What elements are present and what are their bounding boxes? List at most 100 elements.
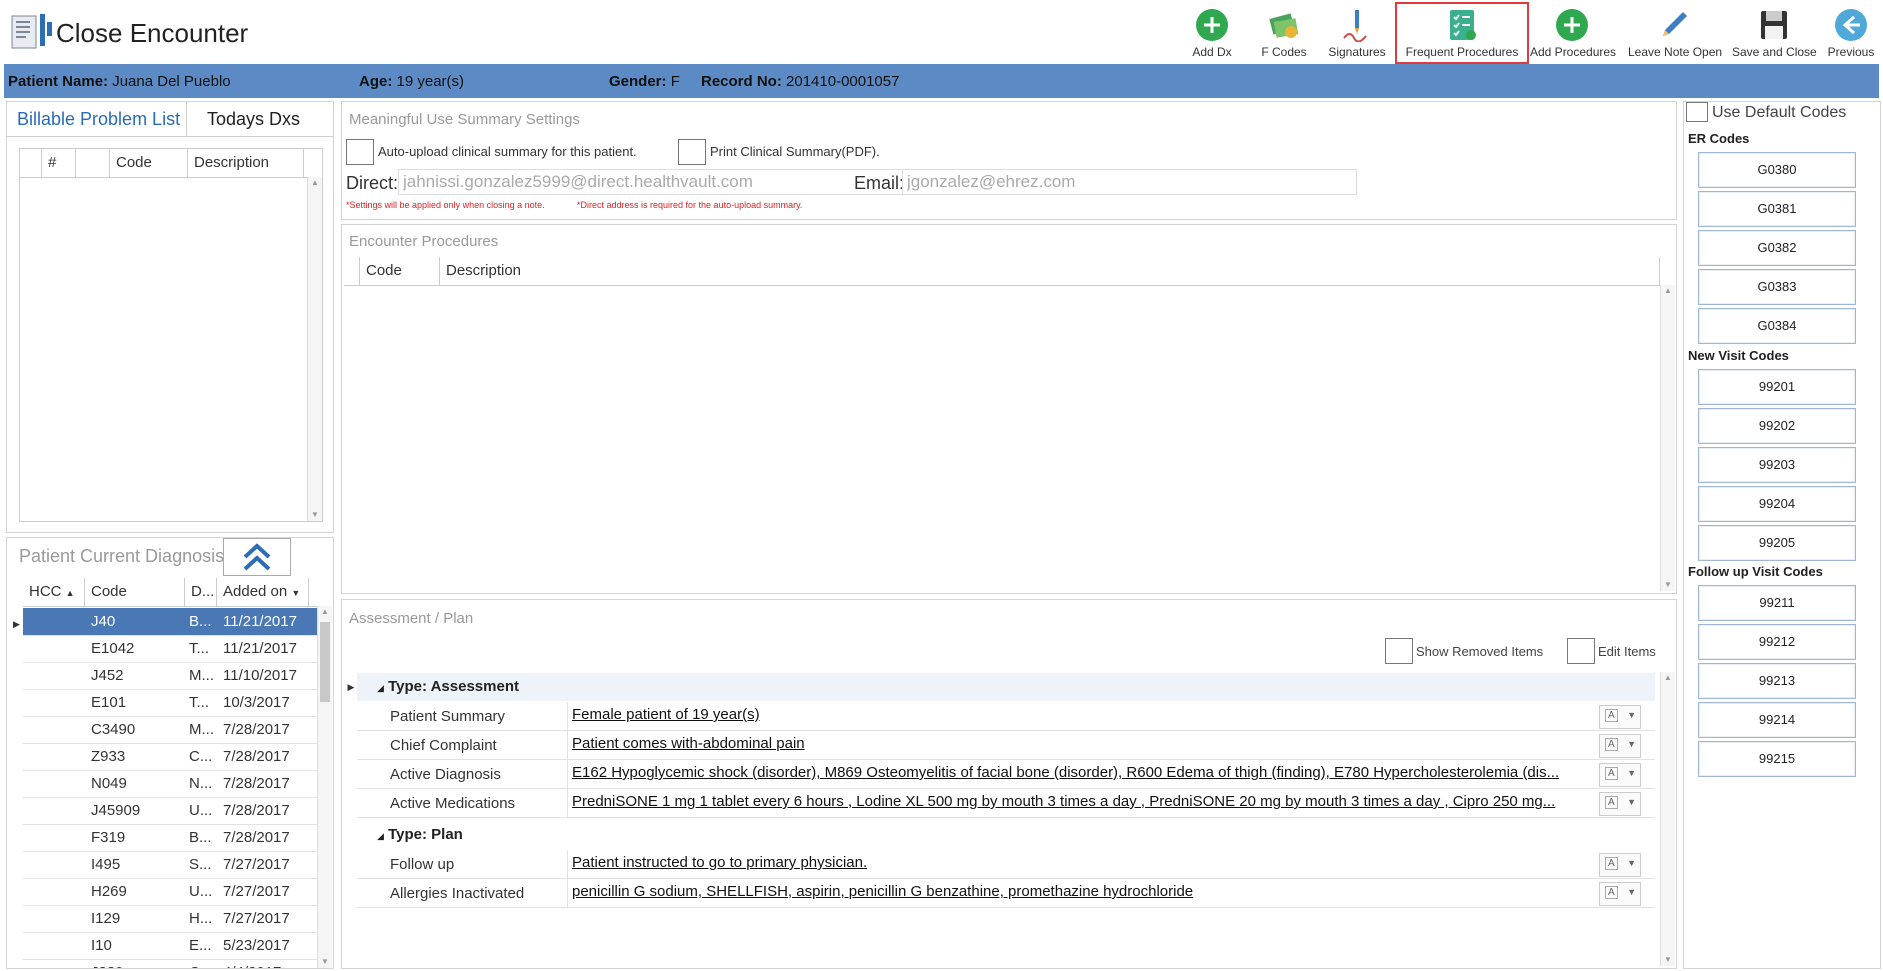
ap-item-value[interactable]: penicillin G sodium, SHELLFISH, aspirin,… <box>567 879 1612 907</box>
code-button-follow[interactable]: 99214 <box>1698 702 1856 738</box>
table-row[interactable]: I129 H... 7/27/2017 <box>23 905 317 933</box>
scroll-down-icon[interactable]: ▼ <box>318 956 332 968</box>
col-description[interactable]: Description <box>440 257 1660 285</box>
col-code[interactable]: Code <box>360 257 440 285</box>
cell-d: M... <box>189 667 214 684</box>
patient-record: Record No: 201410-0001057 <box>701 73 900 90</box>
auto-upload-label: Auto-upload clinical summary for this pa… <box>378 144 637 159</box>
scroll-up-icon[interactable]: ▲ <box>318 606 332 618</box>
code-button-follow[interactable]: 99213 <box>1698 663 1856 699</box>
scroll-up-icon[interactable]: ▲ <box>1661 285 1675 297</box>
code-button-new[interactable]: 99201 <box>1698 369 1856 405</box>
table-row[interactable]: N049 N... 7/28/2017 <box>23 770 317 798</box>
cell-code: N049 <box>91 775 127 792</box>
signatures-button[interactable]: Signatures <box>1326 6 1388 60</box>
ap-item-value[interactable]: PredniSONE 1 mg 1 tablet every 6 hours ,… <box>567 789 1612 817</box>
col-description[interactable]: Description <box>188 149 304 177</box>
table-row[interactable]: J452 M... 11/10/2017 <box>23 662 317 690</box>
ap-item-row[interactable]: Patient Summary Female patient of 19 year… <box>357 702 1655 731</box>
text-format-dropdown[interactable]: A ▼ <box>1599 763 1641 787</box>
previous-button[interactable]: Previous <box>1822 6 1880 60</box>
code-button-follow[interactable]: 99211 <box>1698 585 1856 621</box>
scroll-down-icon[interactable]: ▼ <box>308 509 322 521</box>
col-hcc[interactable]: HCC ▲ <box>23 578 85 606</box>
text-format-dropdown[interactable]: A ▼ <box>1599 882 1641 906</box>
procedures-scrollbar[interactable]: ▲ ▼ <box>1660 285 1675 591</box>
ap-item-value[interactable]: E162 Hypoglycemic shock (disorder), M869… <box>567 760 1612 788</box>
cell-d: M... <box>189 721 214 738</box>
table-row[interactable]: F319 B... 7/28/2017 <box>23 824 317 852</box>
ap-item-value[interactable]: Patient instructed to go to primary phys… <box>567 850 1612 878</box>
scroll-up-icon[interactable]: ▲ <box>1661 672 1675 684</box>
billable-scrollbar[interactable]: ▲ ▼ <box>307 177 322 521</box>
table-row[interactable]: J40 B... 11/21/2017 <box>23 608 317 636</box>
tab-billable-problem-list[interactable]: Billable Problem List <box>7 102 187 136</box>
code-button-er[interactable]: G0384 <box>1698 308 1856 344</box>
table-row[interactable]: E101 T... 10/3/2017 <box>23 689 317 717</box>
text-format-dropdown[interactable]: A ▼ <box>1599 734 1641 758</box>
text-format-icon: A <box>1605 796 1618 809</box>
table-row[interactable]: E1042 T... 11/21/2017 <box>23 635 317 663</box>
f-codes-button[interactable]: F Codes <box>1256 6 1312 60</box>
add-dx-button[interactable]: Add Dx <box>1186 6 1238 60</box>
code-button-follow[interactable]: 99212 <box>1698 624 1856 660</box>
ap-item-value[interactable]: Patient comes with-abdominal pain <box>567 731 1612 759</box>
table-row[interactable]: C3490 M... 7/28/2017 <box>23 716 317 744</box>
col-added-on[interactable]: Added on ▼ <box>217 578 309 606</box>
code-button-er[interactable]: G0381 <box>1698 191 1856 227</box>
ap-item-value[interactable]: Female patient of 19 year(s) <box>567 702 1612 730</box>
type-plan-row[interactable]: ◢ Type: Plan <box>357 821 1655 849</box>
table-row[interactable]: J330C... 4/4/2017 <box>23 959 317 968</box>
code-button-er[interactable]: G0380 <box>1698 152 1856 188</box>
collapse-triangle-icon[interactable]: ◢ <box>377 831 384 841</box>
print-summary-checkbox[interactable] <box>678 139 706 165</box>
text-format-dropdown[interactable]: A ▼ <box>1599 853 1641 877</box>
type-assessment-row[interactable]: ◢ Type: Assessment <box>357 673 1655 701</box>
code-button-er[interactable]: G0383 <box>1698 269 1856 305</box>
cell-added: 11/10/2017 <box>223 667 297 684</box>
text-format-dropdown[interactable]: A ▼ <box>1599 705 1641 729</box>
text-format-dropdown[interactable]: A ▼ <box>1599 792 1641 816</box>
header-spacer <box>344 257 360 285</box>
table-row[interactable]: Z933 C... 7/28/2017 <box>23 743 317 771</box>
col-number[interactable]: # <box>42 149 76 177</box>
show-removed-checkbox[interactable] <box>1385 638 1413 664</box>
save-and-close-button[interactable]: Save and Close <box>1732 6 1817 60</box>
table-row[interactable]: J45909 U... 7/28/2017 <box>23 797 317 825</box>
direct-address-input[interactable] <box>398 169 903 195</box>
email-input[interactable] <box>902 169 1357 195</box>
edit-items-checkbox[interactable] <box>1567 638 1595 664</box>
ap-item-row[interactable]: Chief Complaint Patient comes with-abdomi… <box>357 731 1655 760</box>
table-row[interactable]: H269 U... 7/27/2017 <box>23 878 317 906</box>
table-row[interactable]: I495 S... 7/27/2017 <box>23 851 317 879</box>
ap-item-row[interactable]: Active Diagnosis E162 Hypoglycemic shock … <box>357 760 1655 789</box>
diagnosis-scrollbar[interactable]: ▲ ▼ <box>317 606 332 968</box>
auto-upload-checkbox[interactable] <box>346 139 374 165</box>
col-code[interactable]: Code <box>85 578 185 606</box>
code-button-new[interactable]: 99204 <box>1698 486 1856 522</box>
table-row[interactable]: I10 E... 5/23/2017 <box>23 932 317 960</box>
code-button-new[interactable]: 99205 <box>1698 525 1856 561</box>
frequent-procedures-button[interactable]: Frequent Procedures <box>1395 2 1529 64</box>
scroll-thumb[interactable] <box>320 622 330 702</box>
col-blank[interactable] <box>76 149 110 177</box>
col-code[interactable]: Code <box>110 149 188 177</box>
code-button-new[interactable]: 99203 <box>1698 447 1856 483</box>
scroll-down-icon[interactable]: ▼ <box>1661 579 1675 591</box>
collapse-button[interactable] <box>223 538 291 576</box>
leave-note-open-button[interactable]: Leave Note Open <box>1628 6 1722 60</box>
code-button-new[interactable]: 99202 <box>1698 408 1856 444</box>
collapse-triangle-icon[interactable]: ◢ <box>377 683 384 693</box>
ap-item-row[interactable]: Allergies Inactivated penicillin G sodium… <box>357 879 1655 908</box>
use-default-codes-checkbox[interactable] <box>1686 102 1708 122</box>
col-d[interactable]: D... <box>185 578 217 606</box>
ap-scrollbar[interactable]: ▲ ▼ <box>1660 672 1675 966</box>
code-button-follow[interactable]: 99215 <box>1698 741 1856 777</box>
scroll-up-icon[interactable]: ▲ <box>308 177 322 189</box>
scroll-down-icon[interactable]: ▼ <box>1661 954 1675 966</box>
ap-item-row[interactable]: Active Medications PredniSONE 1 mg 1 tabl… <box>357 789 1655 818</box>
ap-item-row[interactable]: Follow up Patient instructed to go to pri… <box>357 850 1655 879</box>
code-button-er[interactable]: G0382 <box>1698 230 1856 266</box>
tab-todays-dxs[interactable]: Todays Dxs <box>197 102 327 136</box>
add-procedures-button[interactable]: Add Procedures <box>1530 6 1616 60</box>
